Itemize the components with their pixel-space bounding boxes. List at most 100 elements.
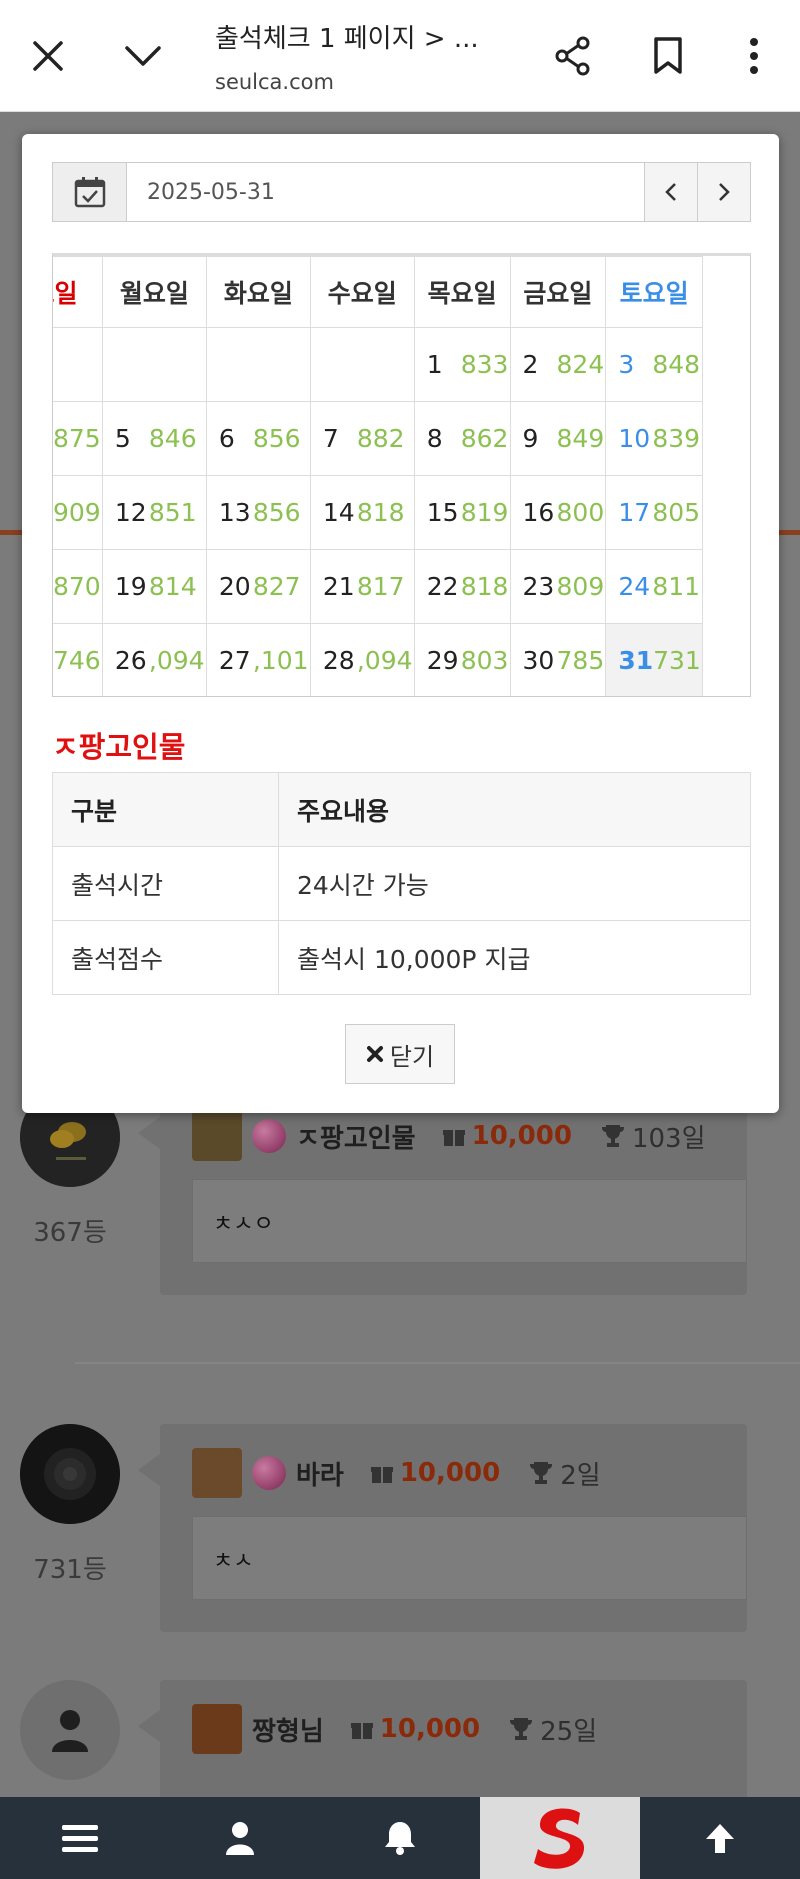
day-cell[interactable]: 9 849 (509, 401, 607, 476)
weekday-header: 금요일 (509, 256, 607, 328)
page-title: 출석체크 1 페이지 > ... (215, 24, 479, 54)
close-button[interactable]: 닫기 (345, 1024, 455, 1084)
calendar-week: 870 19814 20827 21817 22818 23809 24811 (53, 549, 703, 624)
day-cell[interactable] (101, 327, 207, 402)
browser-toolbar: 출석체크 1 페이지 > ... seulca.com (0, 0, 800, 112)
table-cell: 24시간 가능 (278, 846, 751, 921)
day-cell[interactable]: 27,101 (205, 623, 311, 696)
attendance-days: 2일 (528, 1455, 601, 1492)
day-cell[interactable]: 20827 (205, 549, 311, 624)
level-icon (192, 1448, 242, 1498)
calendar-week: 1 833 2 824 3 848 (53, 327, 703, 402)
day-cell[interactable]: 2 824 (509, 327, 607, 402)
weekday-header: 토요일 (605, 256, 703, 328)
calendar-week: 875 5 846 6 856 7 882 8 862 9 849 10839 (53, 401, 703, 476)
close-icon[interactable] (20, 28, 76, 84)
arrow-up-icon[interactable] (640, 1797, 800, 1879)
close-icon (366, 1046, 383, 1062)
table-header: 구분 (52, 772, 279, 847)
day-cell[interactable]: 6 856 (205, 401, 311, 476)
day-cell[interactable]: 1 833 (413, 327, 511, 402)
day-cell[interactable]: 23809 (509, 549, 607, 624)
prev-month-button[interactable] (644, 163, 697, 221)
day-cell[interactable]: 28,094 (309, 623, 415, 696)
trophy-icon (601, 1125, 624, 1147)
nickname[interactable]: 바라 (296, 1455, 344, 1492)
page-url: seulca.com (215, 70, 334, 94)
gift-icon (442, 1130, 465, 1146)
trophy-icon (530, 1462, 553, 1484)
nickname[interactable]: 짱형님 (252, 1711, 324, 1748)
avatar[interactable] (20, 1424, 120, 1524)
calendar-icon[interactable] (53, 163, 127, 221)
site-logo[interactable] (480, 1797, 640, 1879)
attendance-info-table: 구분 주요내용 출석시간 24시간 가능 출석점수 출석시 10,000P 지급 (52, 772, 751, 995)
points: 10,000 (370, 1458, 500, 1488)
day-cell[interactable]: 14818 (309, 475, 415, 550)
points: 10,000 (350, 1714, 480, 1744)
day-cell[interactable]: 17805 (605, 475, 703, 550)
nickname[interactable]: ㅈ팡고인물 (296, 1118, 416, 1155)
table-header: 주요내용 (278, 772, 751, 847)
day-cell[interactable]: 29803 (413, 623, 511, 696)
day-cell[interactable]: 5 846 (101, 401, 207, 476)
date-picker-bar (52, 162, 751, 222)
table-row: 출석시간 24시간 가능 (52, 846, 751, 921)
day-cell[interactable]: 16800 (509, 475, 607, 550)
gift-icon (350, 1723, 373, 1739)
table-header-row: 구분 주요내용 (52, 772, 751, 847)
level-icon (192, 1704, 242, 1754)
comment-text: ㅊㅅㅇ (192, 1179, 747, 1263)
day-cell[interactable]: 870 (53, 549, 103, 624)
table-cell: 출석시 10,000P 지급 (278, 920, 751, 995)
day-cell[interactable]: 21817 (309, 549, 415, 624)
calendar-scroll-area[interactable]: 요일 월요일 화요일 수요일 목요일 금요일 토요일 1833 2824 (52, 253, 751, 697)
points: 10,000 (442, 1121, 572, 1151)
bottom-nav (0, 1797, 800, 1879)
day-cell[interactable]: 8 862 (413, 401, 511, 476)
divider (75, 1362, 800, 1364)
day-cell[interactable]: 909 (53, 475, 103, 550)
day-cell[interactable]: 19814 (101, 549, 207, 624)
more-icon[interactable] (726, 28, 782, 84)
trophy-icon (510, 1718, 533, 1740)
day-cell[interactable] (53, 327, 103, 402)
day-cell[interactable]: 24811 (605, 549, 703, 624)
day-cell[interactable]: 30785 (509, 623, 607, 696)
next-month-button[interactable] (697, 163, 750, 221)
day-cell[interactable]: 10839 (605, 401, 703, 476)
day-cell-today[interactable]: 31731 (605, 623, 703, 696)
weekday-header: 목요일 (413, 256, 511, 328)
comment-bubble: ㅈ팡고인물 10,000 103일 ㅊㅅㅇ (138, 1087, 747, 1295)
day-cell[interactable]: 7 882 (309, 401, 415, 476)
calendar-week: 909 12851 13856 14818 15819 16800 17805 (53, 475, 703, 550)
weekday-header: 수요일 (309, 256, 415, 328)
user-icon[interactable] (160, 1797, 320, 1879)
day-cell[interactable] (205, 327, 311, 402)
day-cell[interactable] (309, 327, 415, 402)
day-cell[interactable]: 875 (53, 401, 103, 476)
avatar[interactable] (20, 1680, 120, 1780)
bookmark-icon[interactable] (640, 28, 696, 84)
menu-icon[interactable] (0, 1797, 160, 1879)
bell-icon[interactable] (320, 1797, 480, 1879)
chevron-left-icon (665, 183, 676, 201)
grade-orb-icon (252, 1119, 286, 1153)
day-cell[interactable]: 13856 (205, 475, 311, 550)
day-cell[interactable]: 22818 (413, 549, 511, 624)
level-icon (192, 1111, 242, 1161)
day-cell[interactable]: 746 (53, 623, 103, 696)
section-title: ㅈ팡고인물 (52, 730, 186, 764)
date-input[interactable] (127, 163, 644, 221)
weekday-header: 요일 (53, 256, 103, 328)
chevron-down-icon[interactable] (115, 28, 171, 84)
attendance-days: 25일 (508, 1711, 597, 1748)
day-cell[interactable]: 12851 (101, 475, 207, 550)
share-icon[interactable] (545, 28, 601, 84)
comment-bubble: 바라 10,000 2일 ㅊㅅ (138, 1424, 747, 1632)
day-cell[interactable]: 3 848 (605, 327, 703, 402)
day-cell[interactable]: 26,094 (101, 623, 207, 696)
day-cell[interactable]: 15819 (413, 475, 511, 550)
user-rank: 367등 (33, 1218, 107, 1248)
attendance-calendar: 요일 월요일 화요일 수요일 목요일 금요일 토요일 1833 2824 (53, 256, 703, 696)
